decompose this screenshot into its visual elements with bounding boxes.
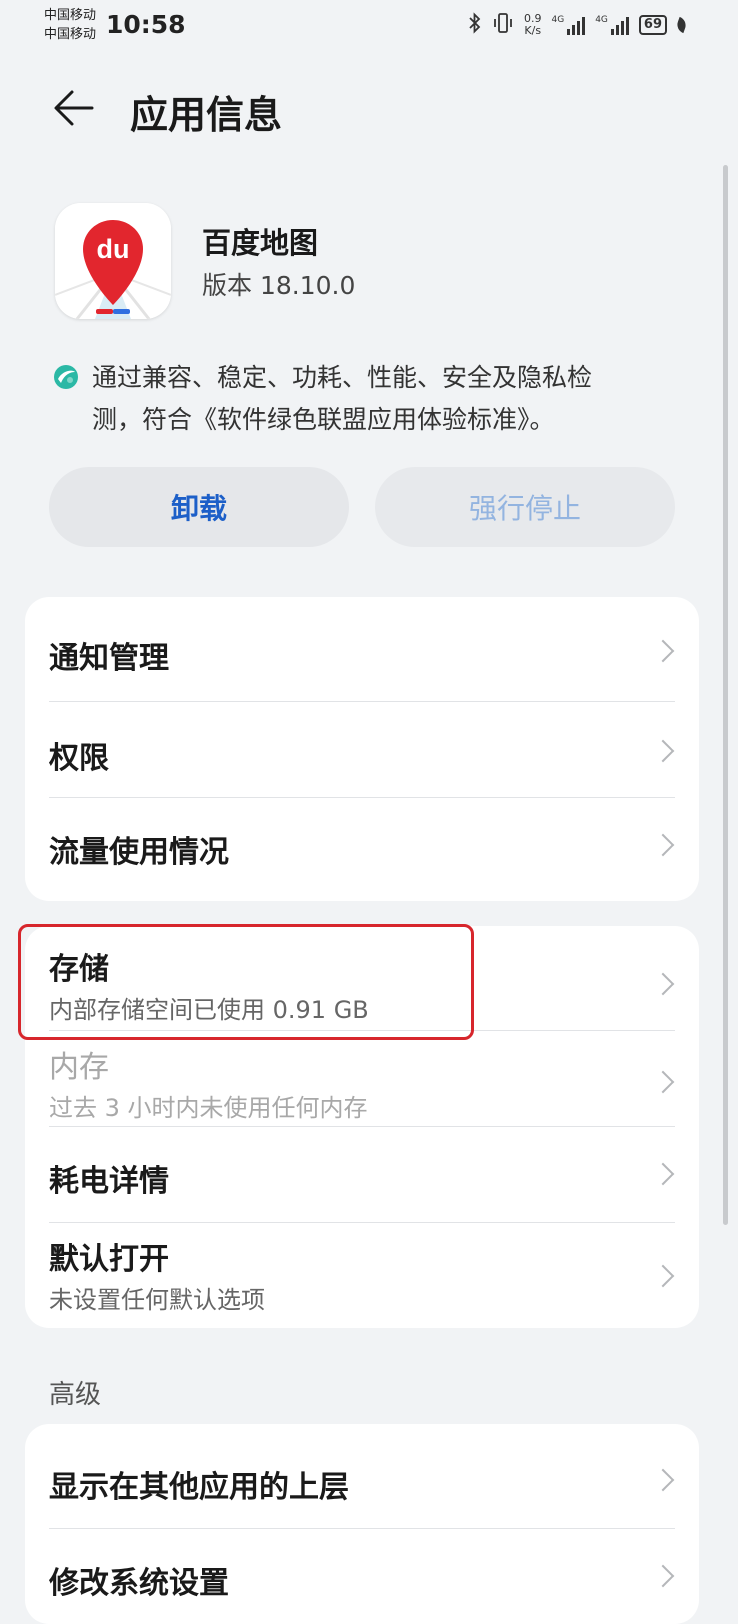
back-arrow-icon	[54, 90, 94, 126]
status-bar: 中国移动 中国移动 10:58 0.9 K/s 4G 4G 69	[0, 0, 738, 50]
app-version: 版本 18.10.0	[202, 271, 356, 300]
settings-card-1: 通知管理 权限 流量使用情况	[25, 597, 699, 901]
storage-highlight-box	[18, 924, 474, 1040]
chevron-right-icon	[651, 972, 675, 996]
memory-usage-text: 过去 3 小时内未使用任何内存	[49, 1094, 368, 1122]
uninstall-button[interactable]: 卸载	[49, 467, 349, 547]
chevron-right-icon	[651, 639, 675, 663]
chevron-right-icon	[651, 1264, 675, 1288]
app-name: 百度地图	[202, 226, 319, 260]
advanced-section-title: 高级	[49, 1380, 102, 1410]
scrollbar[interactable]	[723, 165, 728, 1225]
chevron-right-icon	[651, 833, 675, 857]
baidu-map-app-icon: du	[55, 203, 171, 319]
data-usage-item[interactable]: 流量使用情况	[25, 797, 699, 901]
net-type-2: 4G	[595, 15, 608, 25]
green-alliance-icon	[54, 365, 78, 389]
data-usage-label: 流量使用情况	[49, 835, 229, 870]
default-open-item[interactable]: 默认打开 未设置任何默认选项	[25, 1222, 699, 1328]
net-speed: 0.9 K/s	[524, 13, 542, 37]
green-certification-note: 通过兼容、稳定、功耗、性能、安全及隐私检 测，符合《软件绿色联盟应用体验标准》。	[52, 357, 692, 441]
display-over-other-apps-item[interactable]: 显示在其他应用的上层	[25, 1424, 699, 1528]
modify-system-settings-label: 修改系统设置	[49, 1566, 229, 1601]
chevron-right-icon	[651, 1468, 675, 1492]
green-note-line-2: 测，符合《软件绿色联盟应用体验标准》。	[92, 405, 555, 434]
vibrate-icon	[492, 12, 514, 38]
eco-leaf-icon	[674, 16, 689, 34]
chevron-right-icon	[651, 1162, 675, 1186]
default-open-status-text: 未设置任何默认选项	[49, 1286, 265, 1314]
status-icons: 0.9 K/s 4G 4G 69	[468, 12, 689, 38]
power-details-label: 耗电详情	[49, 1164, 169, 1199]
power-details-item[interactable]: 耗电详情	[25, 1126, 699, 1222]
net-speed-unit: K/s	[524, 24, 542, 37]
memory-item[interactable]: 内存 过去 3 小时内未使用任何内存	[25, 1030, 699, 1126]
modify-system-settings-item[interactable]: 修改系统设置	[25, 1528, 699, 1624]
carrier-info: 中国移动 中国移动	[44, 6, 96, 44]
battery-level: 69	[643, 17, 662, 32]
chevron-right-icon	[651, 1070, 675, 1094]
chevron-right-icon	[651, 739, 675, 763]
signal-2-icon: 4G	[595, 15, 629, 35]
carrier-1: 中国移动	[44, 8, 97, 23]
status-time: 10:58	[106, 10, 186, 39]
permissions-label: 权限	[49, 741, 109, 776]
force-stop-button[interactable]: 强行停止	[375, 467, 675, 547]
advanced-settings-card: 显示在其他应用的上层 修改系统设置	[25, 1424, 699, 1624]
default-open-label: 默认打开	[49, 1242, 169, 1277]
carrier-2: 中国移动	[44, 27, 97, 42]
net-type-1: 4G	[551, 15, 565, 25]
chevron-right-icon	[651, 1564, 675, 1588]
notification-management-item[interactable]: 通知管理	[25, 597, 699, 701]
display-over-other-apps-label: 显示在其他应用的上层	[49, 1470, 349, 1505]
app-bar: 应用信息	[0, 70, 738, 150]
permissions-item[interactable]: 权限	[25, 701, 699, 797]
app-icon-text: du	[97, 234, 130, 264]
page-title: 应用信息	[130, 93, 283, 137]
back-button[interactable]	[48, 82, 100, 134]
signal-1-icon: 4G	[552, 15, 586, 35]
memory-label: 内存	[49, 1050, 109, 1085]
notification-management-label: 通知管理	[49, 641, 169, 676]
bluetooth-icon	[468, 12, 482, 38]
green-note-line-1: 通过兼容、稳定、功耗、性能、安全及隐私检	[92, 363, 593, 392]
battery-icon: 69	[638, 15, 667, 35]
